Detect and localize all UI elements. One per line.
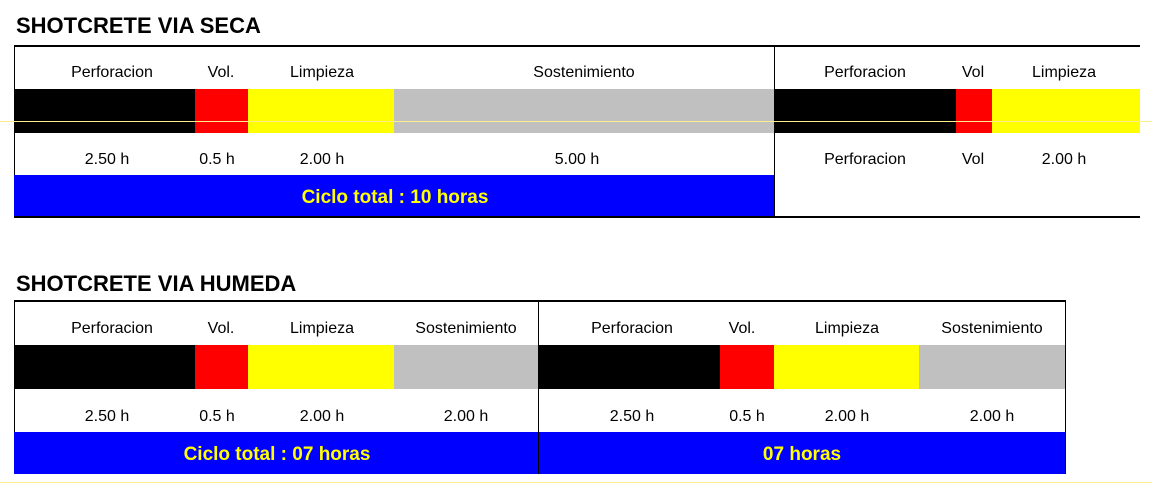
humeda-c2-bar-limpieza bbox=[774, 345, 919, 389]
seca-duration-sostenimiento: 5.00 h bbox=[554, 151, 600, 168]
humeda-c2-bar-sostenimiento bbox=[919, 345, 1065, 389]
humeda-c1-duration-limpieza: 2.00 h bbox=[299, 408, 345, 425]
humeda-c2-header-vol: Vol. bbox=[728, 320, 756, 337]
humeda-c1-duration-vol: 0.5 h bbox=[199, 408, 235, 425]
seca-duration-vol: 0.5 h bbox=[199, 151, 235, 168]
seca-next-bar-limpieza bbox=[992, 89, 1140, 133]
humeda-c2-duration-perforacion: 2.50 h bbox=[609, 408, 655, 425]
seca-bar-perforacion bbox=[14, 89, 195, 133]
humeda-c1-bar-voladura bbox=[195, 345, 248, 389]
seca-duration-limpieza: 2.00 h bbox=[299, 151, 345, 168]
humeda-c2-header-sostenimiento: Sostenimiento bbox=[941, 320, 1043, 337]
humeda-c1-total-label: Ciclo total : 07 horas bbox=[183, 444, 371, 465]
humeda-c1-duration-perforacion: 2.50 h bbox=[84, 408, 130, 425]
seca-next-bar-voladura bbox=[956, 89, 992, 133]
humeda-top-border bbox=[14, 300, 1066, 302]
humeda-title: SHOTCRETE VIA HUMEDA bbox=[16, 271, 297, 296]
humeda-c1-bar-sostenimiento bbox=[394, 345, 538, 389]
seca-header-sostenimiento: Sostenimiento bbox=[533, 64, 635, 81]
seca-bottom-border bbox=[14, 216, 1140, 218]
seca-duration-perforacion: 2.50 h bbox=[84, 151, 130, 168]
seca-top-border bbox=[14, 45, 1140, 47]
humeda-c2-total-label: 07 horas bbox=[762, 444, 842, 465]
guide-line-top bbox=[0, 121, 1152, 122]
seca-bar-limpieza bbox=[248, 89, 394, 133]
seca-title: SHOTCRETE VIA SECA bbox=[16, 13, 261, 38]
seca-next-header-limpieza: Limpieza bbox=[1031, 64, 1097, 81]
seca-next-header-perforacion: Perforacion bbox=[824, 64, 906, 81]
seca-total-label: Ciclo total : 10 horas bbox=[301, 187, 489, 208]
humeda-c2-header-limpieza: Limpieza bbox=[814, 320, 880, 337]
humeda-c1-bar-limpieza bbox=[248, 345, 394, 389]
seca-next-header-vol: Vol bbox=[961, 64, 985, 81]
humeda-c2-duration-limpieza: 2.00 h bbox=[824, 408, 870, 425]
seca-bar-voladura bbox=[195, 89, 248, 133]
seca-bar-sostenimiento bbox=[394, 89, 774, 133]
humeda-c1-header-limpieza: Limpieza bbox=[289, 320, 355, 337]
seca-next-bar-perforacion bbox=[775, 89, 956, 133]
guide-line-bottom bbox=[0, 482, 1152, 483]
humeda-c2-duration-vol: 0.5 h bbox=[729, 408, 765, 425]
humeda-c1-duration-sostenimiento: 2.00 h bbox=[443, 408, 489, 425]
seca-header-vol: Vol. bbox=[207, 64, 235, 81]
humeda-c1-header-sostenimiento: Sostenimiento bbox=[415, 320, 517, 337]
humeda-c1-header-perforacion: Perforacion bbox=[71, 320, 153, 337]
humeda-c2-bar-perforacion bbox=[539, 345, 720, 389]
seca-header-limpieza: Limpieza bbox=[289, 64, 355, 81]
humeda-c2-header-perforacion: Perforacion bbox=[591, 320, 673, 337]
humeda-c2-duration-sostenimiento: 2.00 h bbox=[969, 408, 1015, 425]
humeda-c2-bar-voladura bbox=[720, 345, 774, 389]
humeda-right-border bbox=[1065, 300, 1066, 474]
seca-header-perforacion: Perforacion bbox=[71, 64, 153, 81]
seca-next-duration-perforacion: Perforacion bbox=[824, 151, 906, 168]
humeda-c1-bar-perforacion bbox=[14, 345, 195, 389]
seca-next-duration-limpieza: 2.00 h bbox=[1041, 151, 1087, 168]
seca-next-duration-vol: Vol bbox=[961, 151, 985, 168]
humeda-c1-header-vol: Vol. bbox=[207, 320, 235, 337]
